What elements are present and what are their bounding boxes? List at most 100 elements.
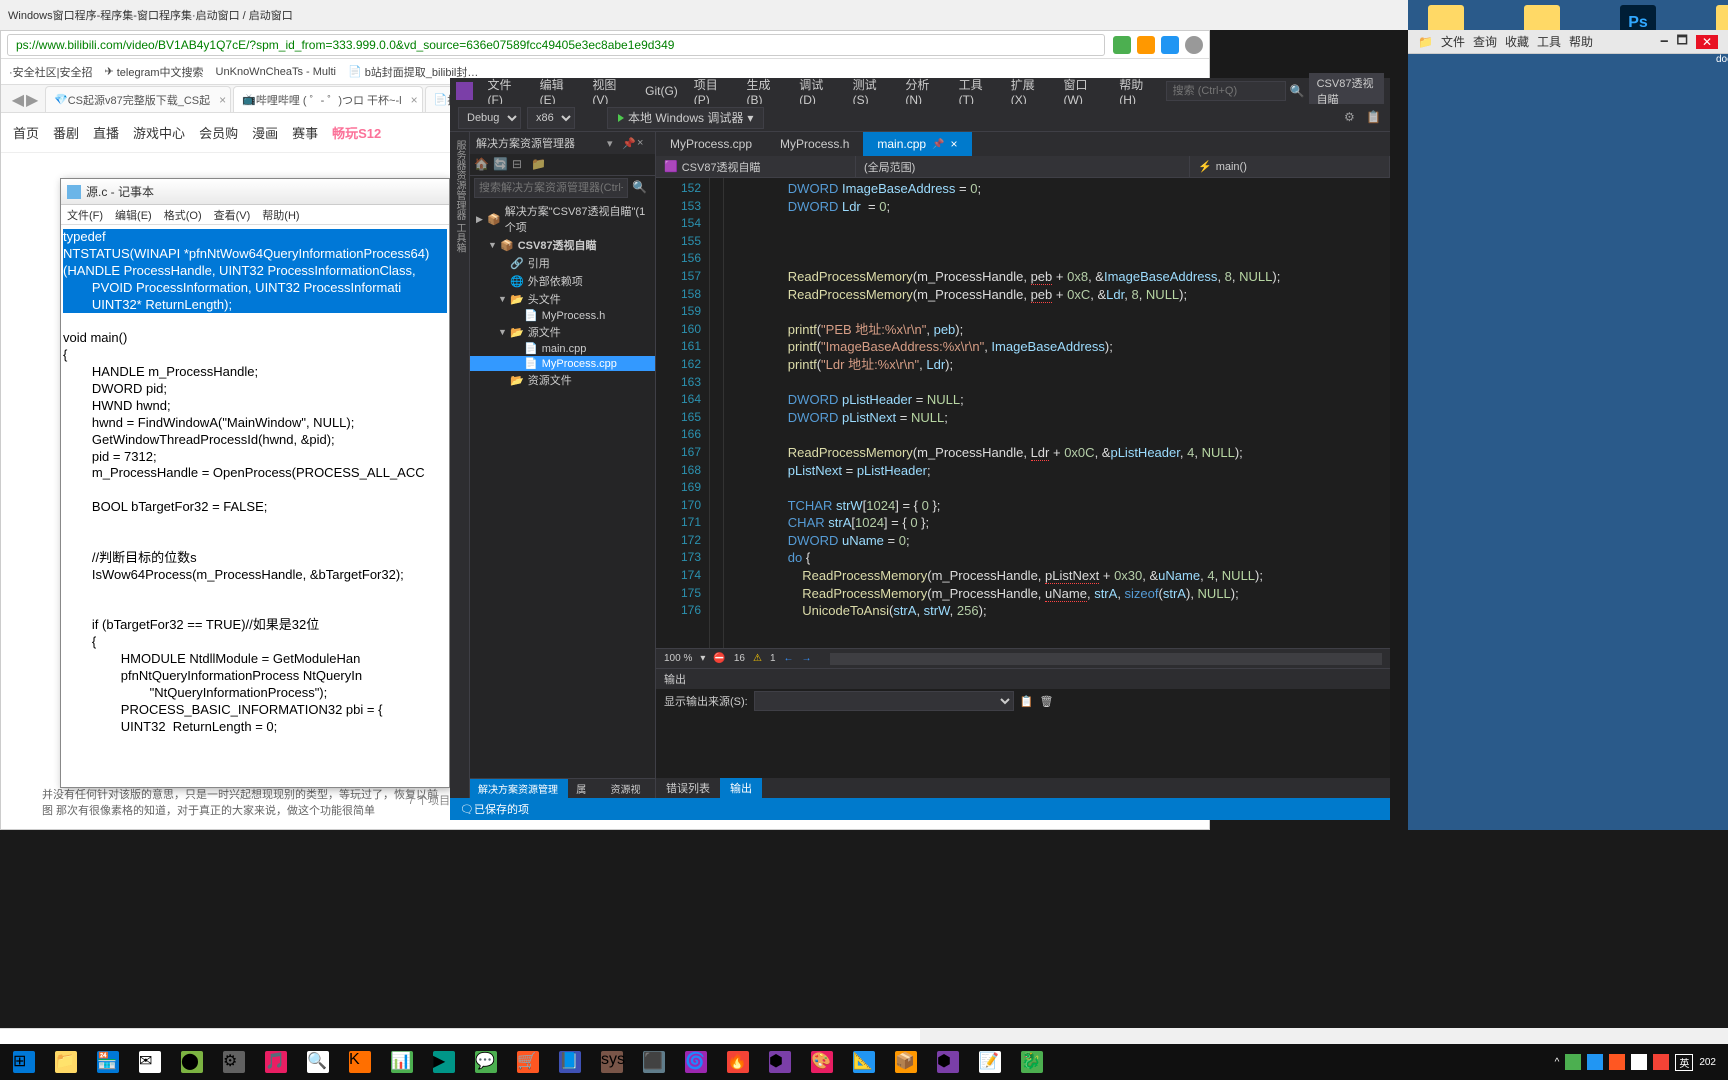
close-icon[interactable]: × [637, 137, 649, 149]
menu-format[interactable]: 格式(O) [164, 207, 202, 223]
tray-icon[interactable] [1565, 1054, 1581, 1070]
window-max-icon[interactable]: 🗖 [1677, 31, 1688, 52]
taskbar-item[interactable]: 🔍 [298, 1046, 338, 1078]
search-icon[interactable]: 🔍 [628, 178, 651, 198]
file-tab[interactable]: MyProcess.h [766, 132, 863, 156]
nav-home[interactable]: 首页 [13, 123, 39, 142]
avatar-icon[interactable] [1185, 36, 1203, 54]
tab-properties[interactable]: 属性 [568, 779, 602, 798]
start-button[interactable]: ⊞ [4, 1046, 44, 1078]
zoom-level[interactable]: 100 % [664, 653, 692, 664]
nav-back-icon[interactable]: ← [784, 653, 794, 664]
refresh-icon[interactable]: 🔄 [493, 157, 509, 173]
taskbar-item[interactable]: ⬛ [634, 1046, 674, 1078]
warning-icon[interactable]: ⚠ [753, 653, 762, 664]
bookmark-item[interactable]: ·安全社区|安全招 [9, 64, 93, 80]
nav-badge[interactable]: 畅玩S12 [332, 123, 381, 142]
ext-icon[interactable] [1161, 36, 1179, 54]
window-close-icon[interactable]: ✕ [1696, 35, 1718, 49]
tree-node[interactable]: 📂 资源文件 [470, 371, 655, 389]
menu-help[interactable]: 帮助 [1569, 33, 1593, 50]
file-tab[interactable]: main.cpp 📌 × [863, 132, 971, 156]
output-body[interactable] [656, 713, 1390, 778]
tab-resource-view[interactable]: 资源视图 [602, 779, 655, 798]
config-select[interactable]: Debug [458, 107, 521, 129]
combo-scope[interactable]: (全局范围) [856, 156, 1190, 177]
tray-icon[interactable] [1653, 1054, 1669, 1070]
combo-project[interactable]: 🟪 CSV87透视自瞄 [656, 156, 856, 177]
collapse-icon[interactable]: ⊟ [512, 157, 528, 173]
breakpoint-margin[interactable] [710, 178, 724, 648]
taskbar-item[interactable]: 🌀 [676, 1046, 716, 1078]
menu-git[interactable]: Git(G) [638, 81, 685, 101]
error-icon[interactable]: ⛔ [713, 653, 725, 664]
taskbar-item[interactable]: sys [592, 1046, 632, 1078]
taskbar-item[interactable]: ▶ [424, 1046, 464, 1078]
tray-icon[interactable] [1587, 1054, 1603, 1070]
taskbar-item[interactable]: 📁 [46, 1046, 86, 1078]
menu-query[interactable]: 查询 [1473, 33, 1497, 50]
tree-node[interactable]: ▼📦 CSV87透视自瞄 [470, 236, 655, 254]
solution-root[interactable]: ▶📦 解决方案"CSV87透视自瞄"(1 个项 [470, 202, 655, 236]
run-debugger-button[interactable]: 本地 Windows 调试器 ▾ [607, 107, 764, 129]
menu-edit[interactable]: 编辑(E) [115, 207, 152, 223]
menu-file[interactable]: 文件 [1441, 33, 1465, 50]
nav-forward-icon[interactable]: → [802, 653, 812, 664]
tree-node[interactable]: ▼📂 源文件 [470, 323, 655, 341]
menu-tools[interactable]: 工具 [1537, 33, 1561, 50]
toolbar-folder-icon[interactable]: 📁 [1418, 35, 1433, 49]
combo-function[interactable]: ⚡ main() [1190, 156, 1390, 177]
menu-view[interactable]: 查看(V) [214, 207, 251, 223]
url-input[interactable] [7, 34, 1105, 56]
tree-node[interactable]: 🔗 引用 [470, 254, 655, 272]
taskbar-item[interactable]: 🎵 [256, 1046, 296, 1078]
nav-item[interactable]: 赛事 [292, 123, 318, 142]
bookmark-item[interactable]: ✈ telegram中文搜索 [105, 64, 204, 80]
taskbar-item[interactable]: 🛒 [508, 1046, 548, 1078]
vs-sidetab[interactable]: 服务器资源管理器 工具箱 [450, 132, 470, 798]
toolbar-icon[interactable]: 📋 [1366, 110, 1382, 126]
toolbar-icon[interactable]: 📋 [1020, 695, 1034, 708]
taskbar-item[interactable]: ⚙ [214, 1046, 254, 1078]
toolbar-icon[interactable]: ⚙ [1344, 110, 1360, 126]
tree-node[interactable]: 📄 MyProcess.cpp [470, 356, 655, 371]
taskbar-item[interactable]: 📊 [382, 1046, 422, 1078]
tray-up-icon[interactable]: ^ [1555, 1057, 1560, 1068]
taskbar-item[interactable]: 🐉 [1012, 1046, 1052, 1078]
tab-output[interactable]: 输出 [720, 778, 762, 798]
menu-favorites[interactable]: 收藏 [1505, 33, 1529, 50]
file-tab[interactable]: MyProcess.cpp [656, 132, 766, 156]
taskbar-item[interactable]: 🔥 [718, 1046, 758, 1078]
clock[interactable]: 202 [1699, 1057, 1716, 1068]
taskbar-item[interactable]: ⬤ [172, 1046, 212, 1078]
search-icon[interactable]: 🔍 [1290, 84, 1305, 98]
tab-close-icon[interactable]: × [219, 93, 226, 107]
horizontal-scrollbar[interactable] [830, 653, 1383, 665]
ext-icon[interactable] [1137, 36, 1155, 54]
pin-icon[interactable]: 📌 [622, 137, 634, 149]
ext-icon[interactable] [1113, 36, 1131, 54]
dropdown-icon[interactable]: ▾ [607, 137, 619, 149]
tab-close-icon[interactable]: × [411, 93, 418, 107]
tray-icon[interactable] [1631, 1054, 1647, 1070]
taskbar-item[interactable]: 💬 [466, 1046, 506, 1078]
nav-item[interactable]: 番剧 [53, 123, 79, 142]
taskbar-item[interactable]: K [340, 1046, 380, 1078]
taskbar-item[interactable]: 📦 [886, 1046, 926, 1078]
nav-item[interactable]: 会员购 [199, 123, 238, 142]
platform-select[interactable]: x86 [527, 107, 575, 129]
taskbar-item[interactable]: 🏪 [88, 1046, 128, 1078]
taskbar-item[interactable]: 📐 [844, 1046, 884, 1078]
menu-help[interactable]: 帮助(H) [262, 207, 299, 223]
taskbar-item[interactable]: ⬢ [760, 1046, 800, 1078]
notepad-titlebar[interactable]: 源.c - 记事本 [61, 179, 449, 205]
toolbar-icon[interactable]: 🗑 [1039, 695, 1053, 708]
tab-item[interactable]: 📺 哔哩哔哩 ( ゜- ゜)つロ 干杯~-l× [233, 86, 422, 112]
nav-item[interactable]: 直播 [93, 123, 119, 142]
vs-search-input[interactable] [1166, 81, 1286, 101]
bookmark-item[interactable]: UnKnoWnCheaTs - Multi [216, 66, 336, 78]
taskbar-item[interactable]: 🎨 [802, 1046, 842, 1078]
tray-icon[interactable] [1609, 1054, 1625, 1070]
taskbar-item[interactable]: 📝 [970, 1046, 1010, 1078]
tree-node[interactable]: 📄 main.cpp [470, 341, 655, 356]
